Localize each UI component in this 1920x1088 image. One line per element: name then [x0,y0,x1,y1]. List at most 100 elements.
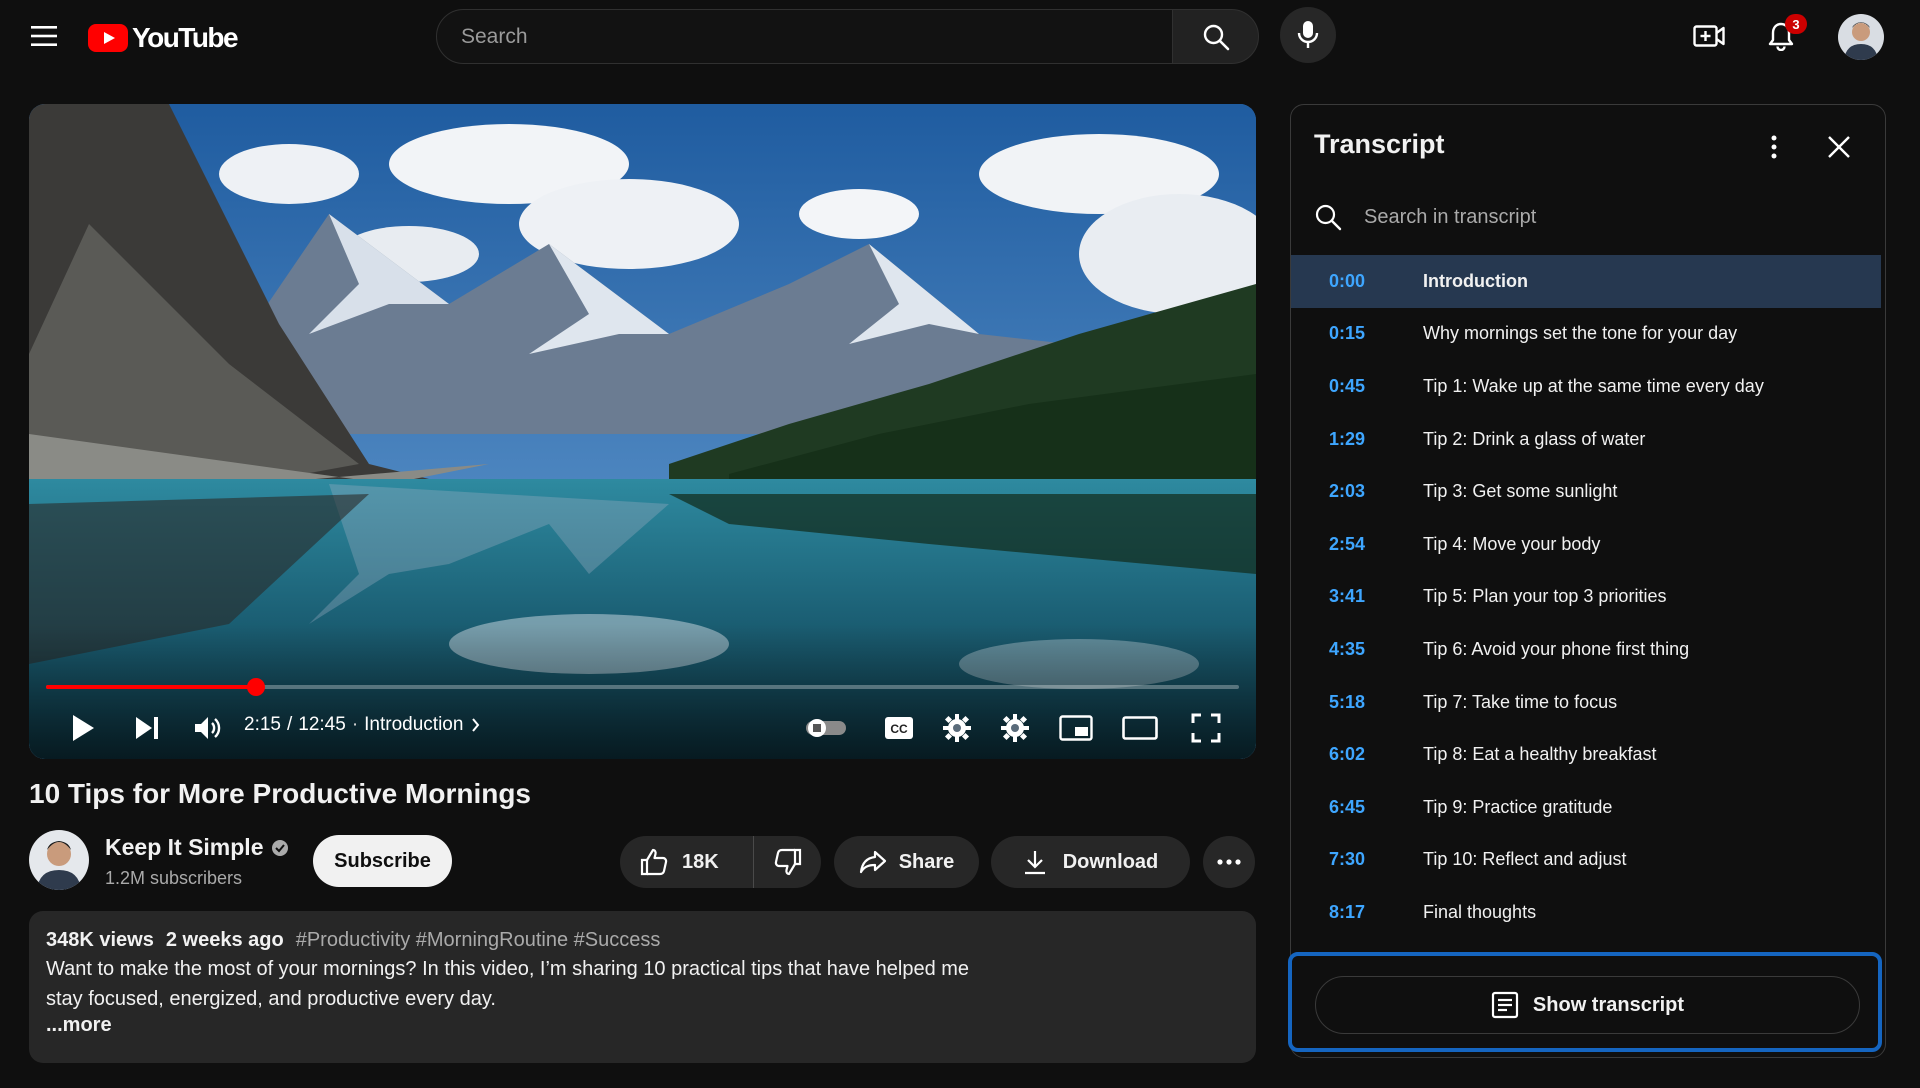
like-button[interactable]: 18K [620,836,754,888]
upload-age: 2 weeks ago [165,929,284,951]
thumbs-up-icon [640,848,668,876]
theater-mode-button[interactable] [1117,705,1163,751]
next-button[interactable] [125,705,169,751]
transcript-panel: Transcript 0:00Introduction0:15Why morni… [1290,104,1886,1058]
segment-text: Tip 9: Practice gratitude [1423,796,1613,817]
segment-timestamp[interactable]: 1:29 [1291,429,1423,450]
segment-timestamp[interactable]: 0:00 [1291,271,1423,292]
transcript-segment[interactable]: 0:15 Why mornings set the tone for your d… [1291,308,1881,361]
more-vertical-icon [1771,135,1777,159]
transcript-segment[interactable]: 0:45 Tip 1: Wake up at the same time ever… [1291,360,1881,413]
gear-icon [943,714,971,742]
time-display: 2:15 / 12:45 · Introduction [244,714,480,736]
volume-button[interactable] [187,705,231,751]
transcript-icon [1491,991,1519,1019]
autoplay-toggle[interactable] [803,705,849,751]
progress-played [46,685,256,689]
download-button[interactable]: Download [991,836,1190,888]
search-button[interactable] [1172,9,1259,64]
time-separator: / [286,714,293,735]
segment-text: Introduction [1423,270,1528,291]
like-count: 18K [682,850,719,873]
segment-text: Tip 2: Drink a glass of water [1423,428,1646,449]
segment-timestamp[interactable]: 6:02 [1291,744,1423,765]
autoplay-toggle-icon [806,719,846,737]
segment-text: Final thoughts [1423,901,1537,922]
transcript-segment[interactable]: 5:18 Tip 7: Take time to focus [1291,676,1881,729]
transcript-title: Transcript [1314,129,1445,159]
transcript-segment-list: 0:00 Introduction 0:15 Why mornings set the… [1291,255,1881,939]
segment-timestamp[interactable]: 5:18 [1291,692,1423,713]
transcript-segment[interactable]: 7:30 Tip 10: Reflect and adjust [1291,834,1881,887]
verified-badge-icon [272,839,289,856]
segment-timestamp[interactable]: 6:45 [1291,797,1423,818]
channel-avatar[interactable] [29,830,89,890]
transcript-segment[interactable]: 1:29 Tip 2: Drink a glass of water [1291,413,1881,466]
miniplayer-button[interactable] [1053,705,1099,751]
play-icon [73,715,94,741]
fullscreen-button[interactable] [1183,705,1229,751]
transcript-segment[interactable]: 4:35 Tip 6: Avoid your phone first thing [1291,623,1881,676]
download-label: Download [1062,850,1159,873]
transcript-segment[interactable]: 2:03 Tip 3: Get some sunlight [1291,465,1881,518]
video-player[interactable]: 2:15 / 12:45 · Introduction CC [29,104,1256,759]
segment-timestamp[interactable]: 3:41 [1291,586,1423,607]
dislike-button[interactable] [754,836,821,888]
transcript-segment[interactable]: 3:41 Tip 5: Plan your top 3 priorities [1291,571,1881,624]
svg-text:CC: CC [890,722,908,736]
channel-name[interactable]: Keep It Simple [105,834,263,861]
settings-button[interactable] [993,705,1037,751]
play-button[interactable] [61,705,105,751]
segment-text: Tip 5: Plan your top 3 priorities [1423,586,1667,607]
segment-timestamp[interactable]: 0:15 [1291,323,1423,344]
more-actions-button[interactable] [1203,836,1255,888]
hashtags[interactable]: #Productivity #MorningRoutine #Success [296,929,661,952]
segment-timestamp[interactable]: 2:54 [1291,534,1423,555]
segment-text: Tip 1: Wake up at the same time every da… [1423,375,1764,396]
subtitles-button[interactable]: CC [877,705,921,751]
segment-text: Tip 10: Reflect and adjust [1423,849,1627,870]
dot-separator: · [351,714,359,735]
menu-icon[interactable] [24,20,64,52]
quality-settings-button[interactable] [935,705,979,751]
chapter-title: Introduction [364,714,464,735]
scrubber-handle[interactable] [246,678,265,696]
share-button[interactable]: Share [834,836,979,888]
transcript-segment[interactable]: 6:45 Tip 9: Practice gratitude [1291,781,1881,834]
youtube-logo[interactable]: YouTube [88,22,239,54]
search-input[interactable] [461,24,1172,49]
description-box[interactable]: 348K views 2 weeks ago #Productivity #Mo… [29,911,1256,1063]
account-avatar[interactable] [1838,14,1884,60]
video-title: 10 Tips for More Productive Mornings [29,778,532,809]
subscribe-button[interactable]: Subscribe [313,835,452,887]
channel-name-row: Keep It Simple [105,834,289,861]
subscriber-count: 1.2M subscribers [105,868,243,888]
search-icon [1203,24,1229,50]
create-button[interactable] [1687,16,1731,56]
more-horizontal-icon [1217,859,1241,865]
voice-search-button[interactable] [1280,7,1336,63]
transcript-options-button[interactable] [1760,129,1788,165]
segment-timestamp[interactable]: 8:17 [1291,902,1423,923]
segment-text: Tip 4: Move your body [1423,533,1601,554]
transcript-segment[interactable]: 2:54 Tip 4: Move your body [1291,518,1881,571]
transcript-close-button[interactable] [1821,129,1857,165]
segment-timestamp[interactable]: 0:45 [1291,376,1423,397]
download-icon [1024,851,1045,875]
like-dislike-group: 18K [620,836,821,888]
segment-timestamp[interactable]: 7:30 [1291,849,1423,870]
search-box [436,9,1173,64]
transcript-search-input[interactable] [1364,205,1804,229]
transcript-segment[interactable]: 0:00 Introduction [1291,255,1881,308]
transcript-segment[interactable]: 6:02 Tip 8: Eat a healthy breakfast [1291,728,1881,781]
segment-timestamp[interactable]: 2:03 [1291,481,1423,502]
skip-next-icon [136,717,158,739]
chapter-button[interactable]: Introduction [364,714,480,736]
view-count: 348K views [46,929,154,951]
progress-bar[interactable] [46,678,1239,696]
transcript-segment[interactable]: 8:17 Final thoughts [1291,886,1881,939]
segment-text: Tip 8: Eat a healthy breakfast [1423,744,1657,765]
show-transcript-button[interactable]: Show transcript [1315,976,1860,1034]
segment-timestamp[interactable]: 4:35 [1291,639,1423,660]
show-more-link[interactable]: ...more [46,1014,1239,1037]
